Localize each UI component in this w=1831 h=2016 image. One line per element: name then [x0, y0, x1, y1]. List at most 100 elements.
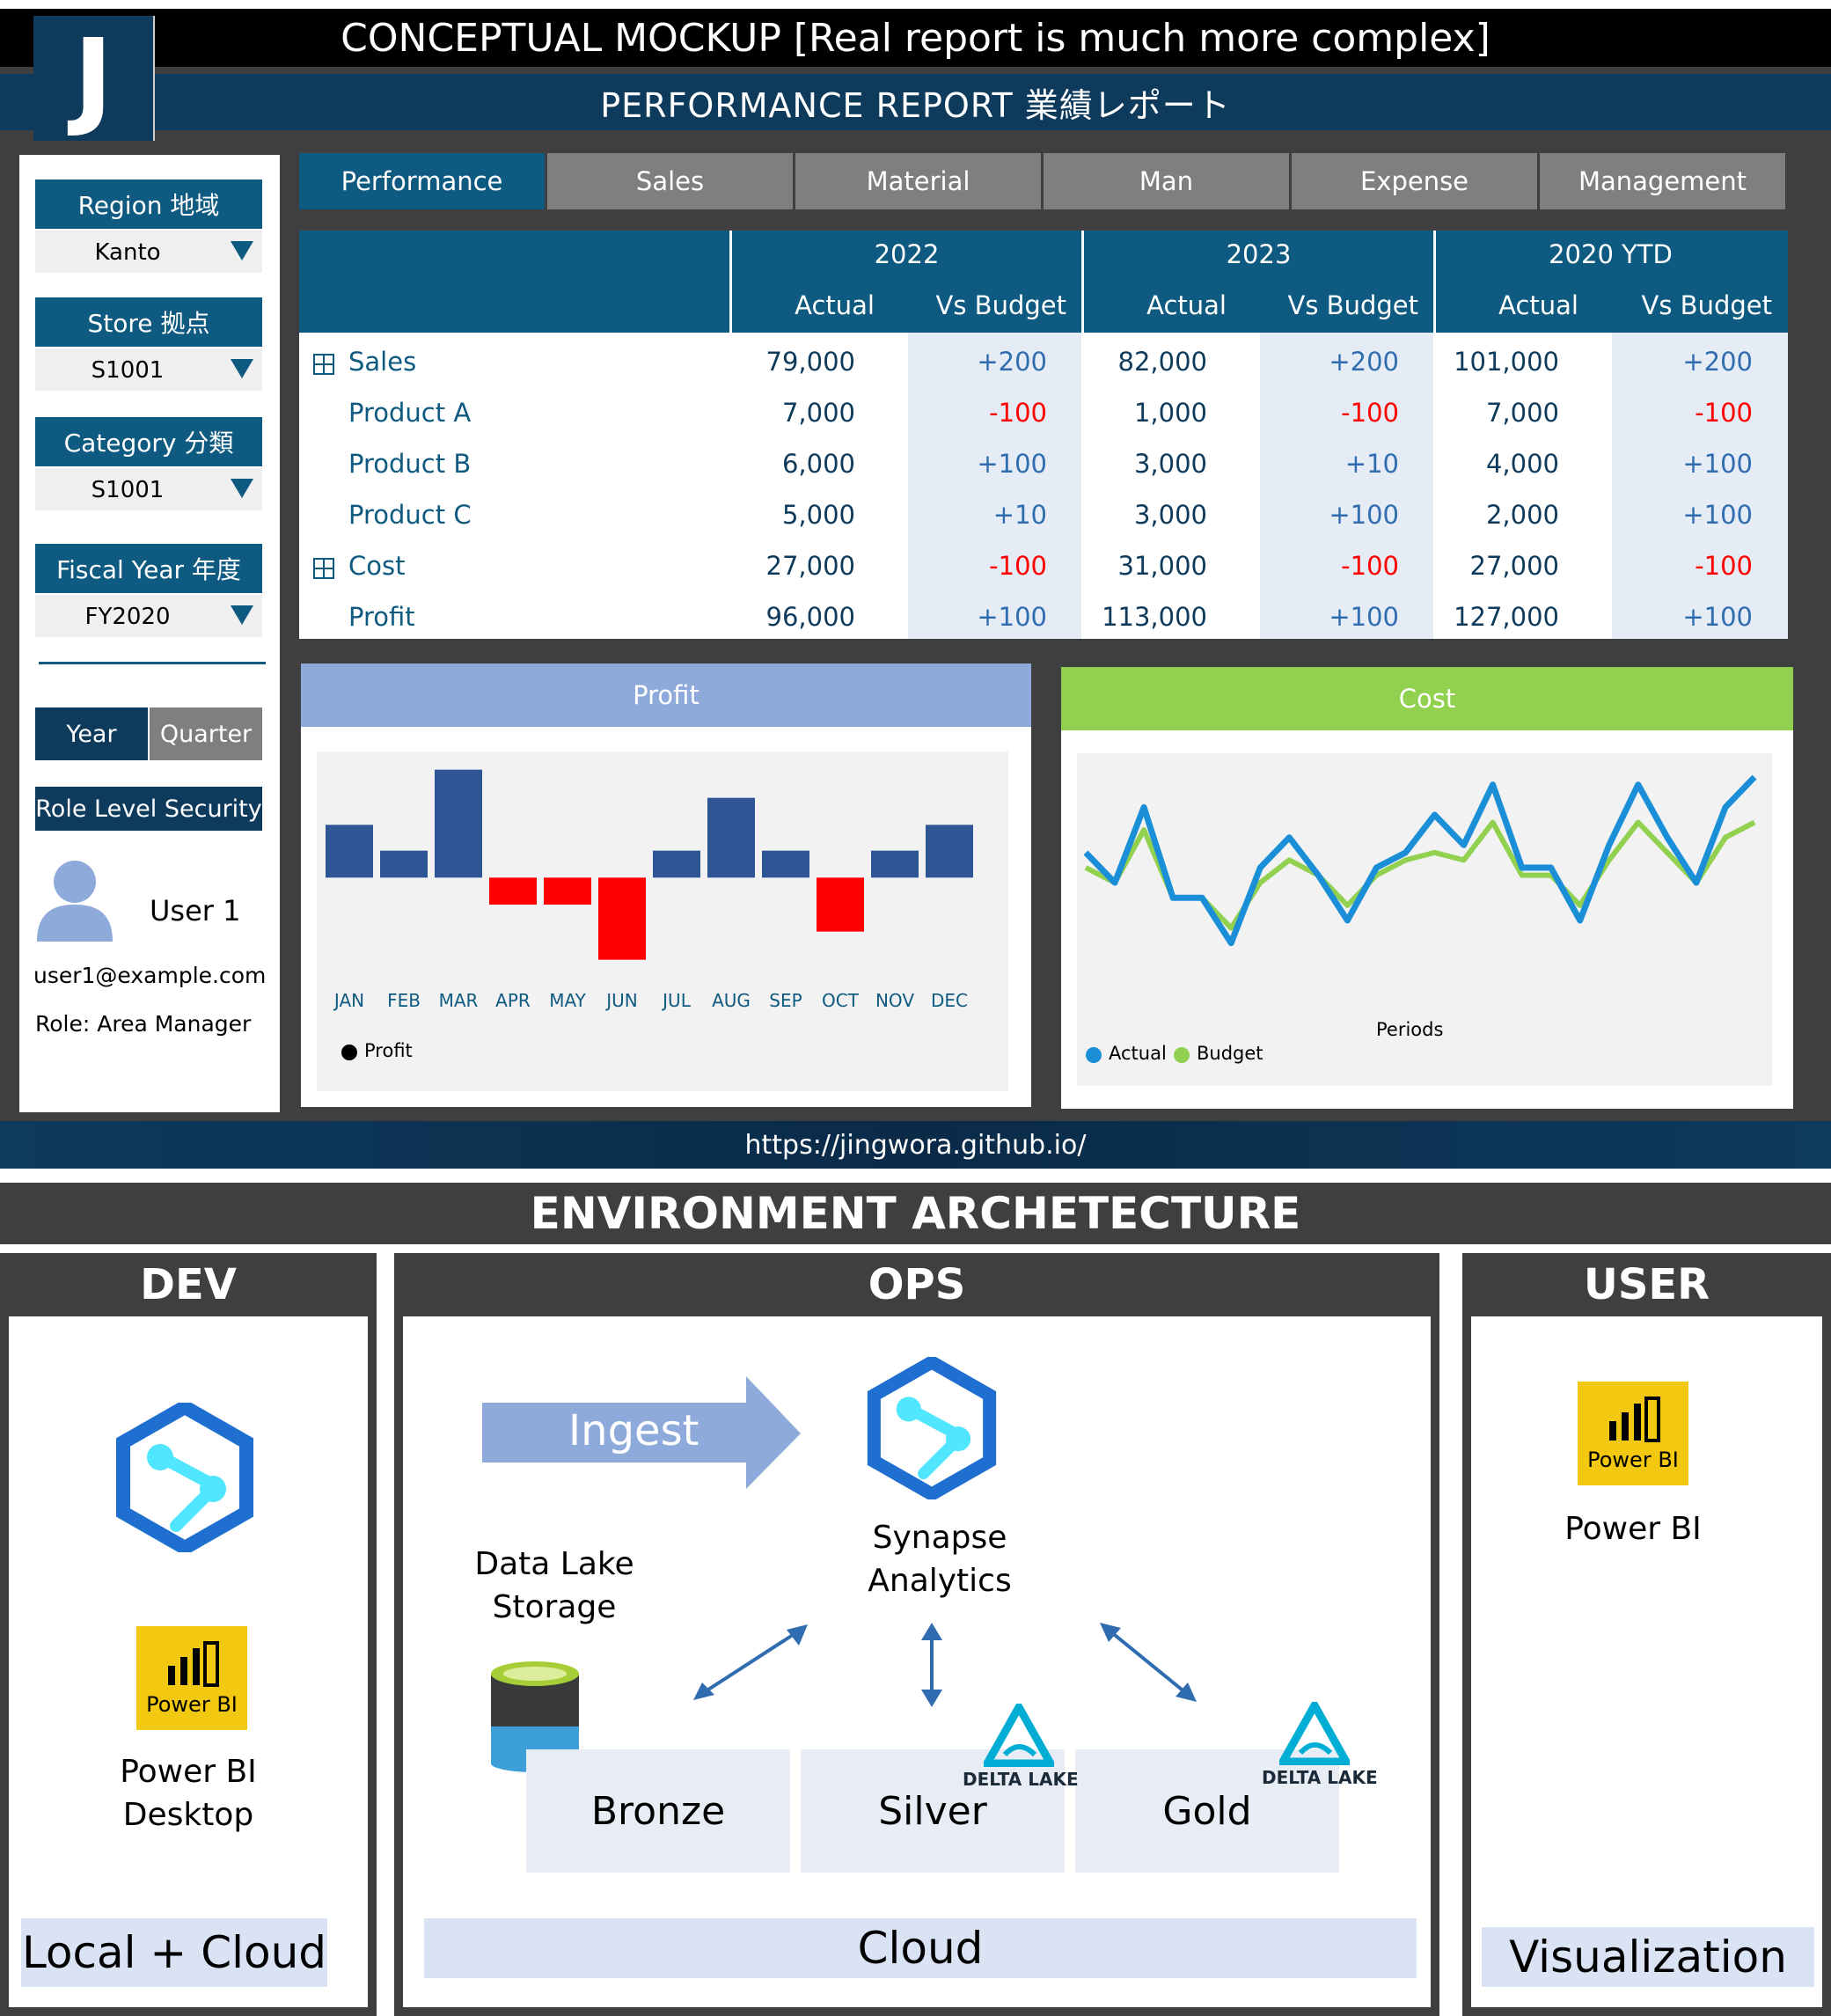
profit-bar[interactable]: [435, 769, 482, 878]
synapse-analytics-label: Synapse Analytics: [868, 1520, 1012, 1599]
profit-bar-chart: JAN FEB MAR APR MAY JUN JUL AUG SEP OCT NOV DEC: [326, 769, 973, 1011]
fiscal-year-filter-label: Fiscal Year 年度: [35, 544, 262, 593]
table-cell: 7,000: [1485, 398, 1559, 428]
dev-environment-label: Local + Cloud: [21, 1918, 327, 1987]
table-cell: 96,000: [765, 602, 855, 632]
region-value: Kanto: [94, 239, 161, 266]
ops-title: OPS: [868, 1260, 966, 1309]
profit-bar[interactable]: [817, 877, 864, 932]
table-cell: +100: [977, 449, 1047, 479]
legend-actual: Actual: [1109, 1043, 1167, 1064]
bidirectional-arrow-icon: [921, 1623, 942, 1707]
filter-panel: Region 地域 Kanto Store 拠点 S1001 Category …: [19, 155, 280, 1112]
table-cell: 101,000: [1454, 347, 1559, 377]
powerbi-desktop-icon: Power BI: [136, 1626, 247, 1730]
category-filter-label: Category 分類: [35, 417, 262, 466]
profit-bar[interactable]: [544, 877, 591, 905]
row-label: Product A: [348, 398, 472, 428]
profit-chart: Profit JAN FEB MAR APR MAY JUN JUL AUG SEP OCT NOV…: [301, 663, 1031, 1107]
dropdown-arrow-icon: [231, 479, 253, 498]
actual-line[interactable]: [1083, 774, 1757, 947]
table-cell: +100: [1682, 449, 1753, 479]
table-cell: 127,000: [1454, 602, 1559, 632]
x-tick-label: JUN: [604, 990, 638, 1011]
category-value: S1001: [91, 477, 165, 503]
data-lake-storage-label: Data Lake Storage: [474, 1546, 634, 1625]
user-role: Role: Area Manager: [35, 1011, 252, 1037]
table-cell: 4,000: [1485, 449, 1559, 479]
delta-lake-label: DELTA LAKE: [963, 1769, 1079, 1790]
table-cell: +10: [1344, 449, 1399, 479]
profit-plot-area: JAN FEB MAR APR MAY JUN JUL AUG SEP OCT NOV DEC Pro…: [317, 751, 1008, 1091]
tab-material[interactable]: Material: [795, 153, 1041, 209]
bronze-layer-label: Bronze: [526, 1749, 790, 1873]
user-email: user1@example.com: [33, 963, 267, 988]
tab-management[interactable]: Management: [1540, 153, 1785, 209]
user-title: USER: [1583, 1260, 1710, 1309]
powerbi-chart-icon: [168, 1641, 219, 1687]
table-cell: +100: [977, 602, 1047, 632]
x-tick-label: NOV: [875, 990, 914, 1011]
table-cell: 31,000: [1117, 551, 1207, 581]
table-cell: 27,000: [765, 551, 855, 581]
tab-sales[interactable]: Sales: [547, 153, 793, 209]
x-tick-label: JAN: [333, 990, 364, 1011]
table-cell: +100: [1682, 500, 1753, 530]
profit-bar[interactable]: [707, 797, 755, 878]
silver-layer-label: Silver: [801, 1749, 1065, 1873]
user-name: User 1: [150, 894, 241, 927]
tab-man[interactable]: Man: [1044, 153, 1289, 209]
category-dropdown[interactable]: S1001: [35, 468, 262, 510]
tab-expense[interactable]: Expense: [1292, 153, 1537, 209]
ops-column: OPS Ingest Synapse Analytics Data Lake S…: [394, 1253, 1439, 2016]
table-cell: -100: [989, 398, 1047, 428]
profit-bar[interactable]: [326, 825, 373, 878]
x-tick-label: AUG: [712, 990, 751, 1011]
table-cell: -100: [1341, 551, 1399, 581]
dropdown-arrow-icon: [231, 241, 253, 260]
store-dropdown[interactable]: S1001: [35, 348, 262, 391]
legend-marker-actual: [1086, 1047, 1102, 1063]
bidirectional-arrow-icon: [1100, 1623, 1197, 1702]
tab-performance[interactable]: Performance: [299, 153, 545, 209]
x-tick-label: MAY: [549, 990, 586, 1011]
expand-icon[interactable]: [313, 354, 334, 375]
table-cell: -100: [1341, 398, 1399, 428]
table-cell: +100: [1329, 500, 1399, 530]
delta-lake-label: DELTA LAKE: [1262, 1767, 1378, 1788]
footer-url[interactable]: https://jingwora.github.io/: [0, 1121, 1831, 1169]
table-cell: 113,000: [1102, 602, 1207, 632]
profit-bar[interactable]: [380, 850, 428, 878]
divider: [39, 662, 266, 664]
synapse-analytics-icon: [867, 1357, 997, 1499]
table-cell: -100: [1695, 398, 1753, 428]
user-environment-label: Visualization: [1482, 1927, 1814, 1987]
profit-bar[interactable]: [762, 850, 809, 878]
year-toggle-button[interactable]: Year: [35, 707, 148, 760]
architecture-title: ENVIRONMENT ARCHETECTURE: [0, 1183, 1831, 1244]
powerbi-label: Power BI: [1564, 1511, 1702, 1547]
region-dropdown[interactable]: Kanto: [35, 231, 262, 273]
table-cell: +200: [1682, 347, 1753, 377]
fiscal-year-dropdown[interactable]: FY2020: [35, 595, 262, 637]
synapse-analytics-icon: [116, 1403, 253, 1552]
profit-bar[interactable]: [489, 877, 537, 905]
quarter-toggle-button[interactable]: Quarter: [150, 707, 262, 760]
powerbi-chart-icon: [1609, 1397, 1660, 1442]
x-tick-label: MAR: [439, 990, 479, 1011]
table-cell: 79,000: [765, 347, 855, 377]
row-label: Profit: [348, 602, 415, 632]
table-cell: 3,000: [1133, 449, 1207, 479]
store-filter-label: Store 拠点: [35, 297, 262, 347]
table-cell: -100: [1695, 551, 1753, 581]
expand-icon[interactable]: [313, 558, 334, 579]
bidirectional-arrow-icon: [693, 1624, 808, 1700]
profit-bar[interactable]: [653, 850, 700, 878]
profit-bar[interactable]: [871, 850, 919, 878]
x-tick-label: DEC: [931, 990, 968, 1011]
dev-column: DEV Power BI Power BI Desktop Local + Cl…: [0, 1253, 377, 2016]
profit-bar[interactable]: [926, 825, 973, 878]
profit-bar[interactable]: [598, 877, 646, 960]
role-level-security-button[interactable]: Role Level Security: [35, 787, 262, 831]
cost-plot-area: Periods Actual Budget: [1077, 753, 1772, 1086]
